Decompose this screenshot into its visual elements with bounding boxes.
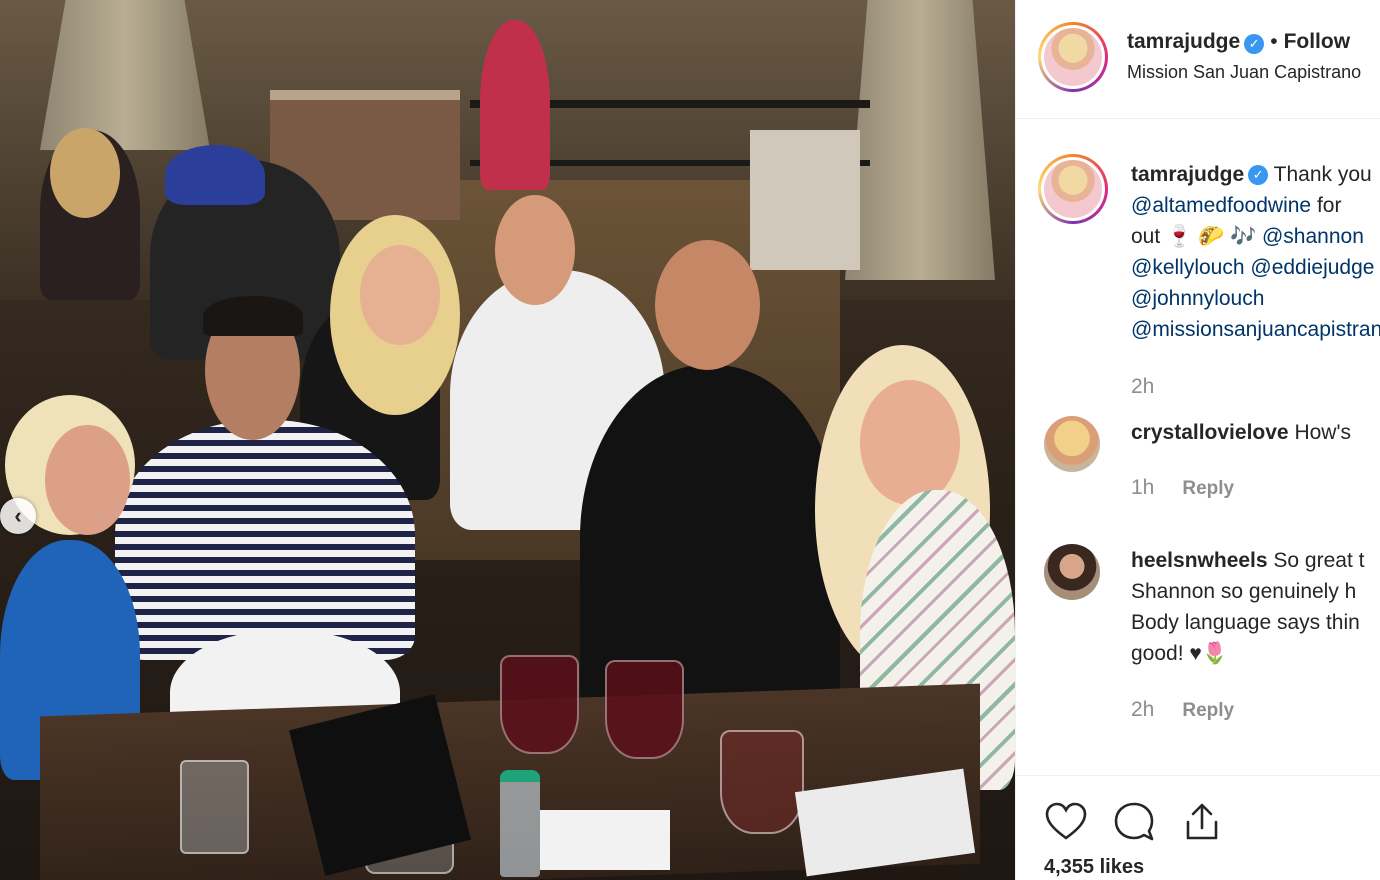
reply-button[interactable]: Reply — [1182, 700, 1234, 721]
caption-line: @johnnylouch — [1131, 287, 1264, 311]
comment-icon — [1114, 802, 1154, 841]
napkin — [540, 810, 670, 870]
share-button[interactable] — [1180, 800, 1224, 844]
comment-line: good! ♥🌷 — [1131, 642, 1229, 665]
white-panel — [750, 130, 860, 270]
patio-umbrella-right — [845, 0, 995, 280]
share-icon — [1186, 803, 1218, 840]
background-woman-hair — [50, 128, 120, 218]
author-avatar[interactable] — [1038, 22, 1108, 92]
platinum-woman-face — [860, 380, 960, 505]
comment-username[interactable]: crystallovielove — [1131, 421, 1289, 444]
comment-meta: 2h Reply — [1131, 698, 1234, 722]
caption-timestamp[interactable]: 2h — [1131, 375, 1154, 399]
caption-mention[interactable]: @shannon — [1262, 225, 1364, 248]
comment-button[interactable] — [1112, 800, 1156, 844]
comment-line: heelsnwheels So great t — [1131, 549, 1364, 573]
author-username[interactable]: tamrajudge — [1127, 30, 1240, 53]
water-bottle — [500, 770, 540, 877]
verified-badge-icon: ✓ — [1244, 33, 1265, 54]
comment-timestamp[interactable]: 2h — [1131, 698, 1154, 721]
comment-text: So great t — [1273, 549, 1365, 572]
blonde-woman-face — [360, 245, 440, 345]
heart-icon — [1045, 802, 1087, 840]
post-photo[interactable]: ‹ — [0, 0, 1015, 880]
caption-avatar[interactable] — [1038, 154, 1108, 224]
man-striped-shirt — [115, 420, 415, 660]
verified-badge-icon: ✓ — [1248, 165, 1269, 186]
wine-glass — [720, 730, 804, 834]
caption-text: Thank you — [1273, 163, 1372, 186]
post-side-panel: tamrajudge ✓ • Follow Mission San Juan Capi… — [1015, 0, 1380, 880]
blue-cap — [165, 145, 265, 205]
comment-meta: 1h Reply — [1131, 476, 1234, 500]
carousel-prev-button[interactable]: ‹ — [0, 498, 36, 534]
patio-umbrella-left — [40, 0, 210, 150]
header-separator: • — [1270, 30, 1278, 53]
caption-line: out 🍷 🌮 🎶 @shannon — [1131, 225, 1364, 249]
caption-line: @kellylouch @eddiejudge — [1131, 256, 1374, 280]
like-button[interactable] — [1044, 800, 1088, 844]
dark-hair — [203, 296, 303, 336]
comment-line: crystallovielove How's — [1131, 421, 1351, 445]
follow-button[interactable]: Follow — [1284, 30, 1351, 53]
man-white-shirt-head — [495, 195, 575, 305]
comment-text: How's — [1294, 421, 1351, 444]
reply-button[interactable]: Reply — [1182, 478, 1234, 499]
water-glass — [180, 760, 249, 854]
caption-line: tamrajudge ✓ Thank you — [1131, 163, 1372, 187]
caption-mention[interactable]: @altamedfoodwine — [1131, 194, 1311, 217]
caption-line: @altamedfoodwine for — [1131, 194, 1341, 218]
comment-username[interactable]: heelsnwheels — [1131, 549, 1268, 572]
background-person-red-dress — [480, 20, 550, 190]
comment-timestamp[interactable]: 1h — [1131, 476, 1154, 499]
caption-mention[interactable]: @kellylouch — [1131, 256, 1245, 279]
wine-glass — [605, 660, 684, 759]
post-header: tamrajudge ✓ • Follow Mission San Juan Capi… — [1016, 0, 1380, 119]
comment-avatar[interactable] — [1044, 544, 1100, 600]
caption-text: for — [1316, 194, 1342, 217]
caption-and-comments: tamrajudge ✓ Thank you @altamedfoodwine f… — [1016, 118, 1380, 774]
caption-username[interactable]: tamrajudge — [1131, 163, 1244, 186]
header-title-row: tamrajudge ✓ • Follow — [1127, 30, 1350, 54]
wine-glass — [500, 655, 579, 754]
comment-line: Body language says thin — [1131, 611, 1360, 634]
comment-avatar[interactable] — [1044, 416, 1100, 472]
caption-text: out 🍷 🌮 🎶 — [1131, 225, 1257, 248]
caption-mention[interactable]: @johnnylouch — [1131, 287, 1264, 310]
comment-line: Shannon so genuinely h — [1131, 580, 1357, 603]
post-location[interactable]: Mission San Juan Capistrano — [1127, 62, 1361, 83]
caption-line: @missionsanjuancapistrano — [1131, 318, 1380, 342]
caption-mention[interactable]: @missionsanjuancapistrano — [1131, 318, 1380, 341]
chevron-left-icon: ‹ — [14, 503, 22, 528]
woman-blue-dress-face — [45, 425, 130, 535]
caption-mention[interactable]: @eddiejudge — [1250, 256, 1374, 279]
man-black-tshirt-head — [655, 240, 760, 370]
likes-count[interactable]: 4,355 likes — [1044, 856, 1144, 879]
